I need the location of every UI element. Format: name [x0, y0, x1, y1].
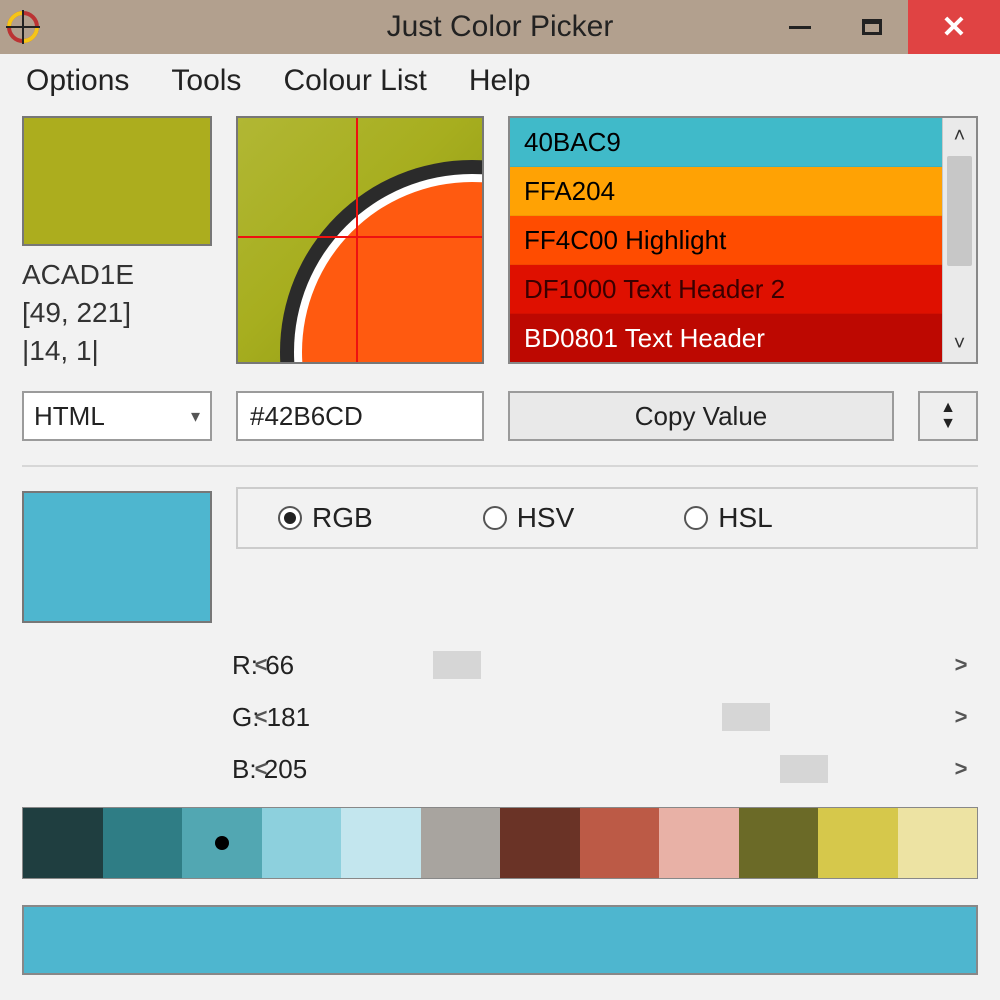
- radio-dot-icon: [684, 506, 708, 530]
- palette-swatch[interactable]: [23, 808, 103, 878]
- slider-r-thumb[interactable]: [433, 651, 481, 679]
- top-row: ACAD1E [49, 221] |14, 1| 40BAC9 FFA204 FF4…: [22, 116, 978, 369]
- slider-b-dec[interactable]: <: [244, 756, 278, 782]
- picked-color-panel: ACAD1E [49, 221] |14, 1|: [22, 116, 212, 369]
- picked-swatch: [22, 116, 212, 246]
- mode-hsv-radio[interactable]: HSV: [483, 502, 575, 534]
- menubar: Options Tools Colour List Help: [22, 54, 978, 112]
- format-select[interactable]: HTML ▾: [22, 391, 212, 441]
- spinner-down-icon[interactable]: ▼: [940, 416, 956, 432]
- palette-swatch[interactable]: [580, 808, 660, 878]
- close-button[interactable]: ✕: [908, 0, 1000, 54]
- slider-g-label: G: 181: [22, 702, 232, 733]
- crosshair-horizontal: [238, 236, 482, 238]
- picked-info: ACAD1E [49, 221] |14, 1|: [22, 256, 212, 369]
- palette-strip: [22, 807, 978, 879]
- palette-swatch[interactable]: [341, 808, 421, 878]
- mode-hsl-radio[interactable]: HSL: [684, 502, 772, 534]
- mode-rgb-radio[interactable]: RGB: [278, 502, 373, 534]
- menu-help[interactable]: Help: [469, 64, 531, 98]
- slider-g-track[interactable]: [290, 703, 932, 731]
- color-list-item-label: DF1000 Text Header 2: [524, 274, 785, 305]
- slider-g-inc[interactable]: >: [944, 704, 978, 730]
- minimize-button[interactable]: [764, 0, 836, 54]
- picked-delta: |14, 1|: [22, 332, 212, 370]
- color-mode-group: RGB HSV HSL: [236, 487, 978, 549]
- radio-dot-icon: [278, 506, 302, 530]
- slider-g: G: 181 < >: [22, 693, 978, 741]
- color-list-scrollbar[interactable]: ˄ ˅: [942, 118, 976, 362]
- hex-value-input[interactable]: #42B6CD: [236, 391, 484, 441]
- menu-tools[interactable]: Tools: [171, 64, 241, 98]
- menu-colour-list[interactable]: Colour List: [283, 64, 426, 98]
- gradient-bar: [22, 905, 978, 975]
- color-list: 40BAC9 FFA204 FF4C00 Highlight DF1000 Text …: [508, 116, 978, 364]
- slider-g-dec[interactable]: <: [244, 704, 278, 730]
- crosshair-vertical: [356, 118, 358, 362]
- mode-row: RGB HSV HSL: [22, 485, 978, 623]
- color-list-item-label: FFA204: [524, 176, 615, 207]
- palette-swatch[interactable]: [182, 808, 262, 878]
- color-list-item-label: FF4C00 Highlight: [524, 225, 726, 256]
- list-order-spinner[interactable]: ▲ ▼: [918, 391, 978, 441]
- color-list-item[interactable]: FF4C00 Highlight: [510, 216, 942, 265]
- hex-value-text: #42B6CD: [250, 401, 363, 432]
- format-select-value: HTML: [34, 401, 105, 432]
- format-row: HTML ▾ #42B6CD Copy Value ▲ ▼: [22, 391, 978, 441]
- menu-options[interactable]: Options: [26, 64, 129, 98]
- selected-dot-icon: [215, 836, 229, 850]
- slider-b: B: 205 < >: [22, 745, 978, 793]
- chevron-down-icon: ▾: [191, 406, 200, 427]
- slider-r: R: 66 < >: [22, 641, 978, 689]
- palette-swatch[interactable]: [818, 808, 898, 878]
- scroll-down-icon[interactable]: ˅: [943, 326, 976, 362]
- slider-r-dec[interactable]: <: [244, 652, 278, 678]
- palette-swatch[interactable]: [659, 808, 739, 878]
- palette-swatch[interactable]: [103, 808, 183, 878]
- palette-swatch[interactable]: [500, 808, 580, 878]
- slider-g-thumb[interactable]: [722, 703, 770, 731]
- color-list-item-label: BD0801 Text Header: [524, 323, 765, 354]
- copy-value-button[interactable]: Copy Value: [508, 391, 894, 441]
- mode-rgb-label: RGB: [312, 502, 373, 534]
- divider: [22, 465, 978, 467]
- maximize-button[interactable]: [836, 0, 908, 54]
- copy-value-label: Copy Value: [635, 401, 768, 432]
- color-list-item[interactable]: FFA204: [510, 167, 942, 216]
- picked-screen-pos: [49, 221]: [22, 294, 212, 332]
- radio-dot-icon: [483, 506, 507, 530]
- magnifier: [236, 116, 484, 364]
- mode-hsl-label: HSL: [718, 502, 772, 534]
- color-list-item[interactable]: DF1000 Text Header 2: [510, 265, 942, 314]
- palette-swatch[interactable]: [739, 808, 819, 878]
- palette-swatch[interactable]: [262, 808, 342, 878]
- color-list-item[interactable]: BD0801 Text Header: [510, 314, 942, 362]
- app-icon: [6, 10, 40, 44]
- slider-r-inc[interactable]: >: [944, 652, 978, 678]
- mode-area: RGB HSV HSL: [236, 485, 978, 549]
- picked-hex: ACAD1E: [22, 256, 212, 294]
- palette-swatch[interactable]: [898, 808, 978, 878]
- client-area: Options Tools Colour List Help ACAD1E [4…: [0, 54, 1000, 1000]
- spinner-up-icon[interactable]: ▲: [940, 400, 956, 416]
- palette-swatch[interactable]: [421, 808, 501, 878]
- channel-sliders: R: 66 < > G: 181 < > B: 205 < >: [22, 641, 978, 793]
- window-controls: ✕: [764, 0, 1000, 54]
- scroll-up-icon[interactable]: ˄: [943, 118, 976, 154]
- slider-r-label: R: 66: [22, 650, 232, 681]
- color-list-item-label: 40BAC9: [524, 127, 621, 158]
- slider-b-inc[interactable]: >: [944, 756, 978, 782]
- slider-b-track[interactable]: [290, 755, 932, 783]
- slider-r-track[interactable]: [290, 651, 932, 679]
- slider-b-label: B: 205: [22, 754, 232, 785]
- preview-swatch: [22, 491, 212, 623]
- scroll-thumb[interactable]: [947, 156, 972, 266]
- scroll-track[interactable]: [943, 154, 976, 326]
- slider-b-thumb[interactable]: [780, 755, 828, 783]
- color-list-item[interactable]: 40BAC9: [510, 118, 942, 167]
- mode-hsv-label: HSV: [517, 502, 575, 534]
- titlebar: Just Color Picker ✕: [0, 0, 1000, 54]
